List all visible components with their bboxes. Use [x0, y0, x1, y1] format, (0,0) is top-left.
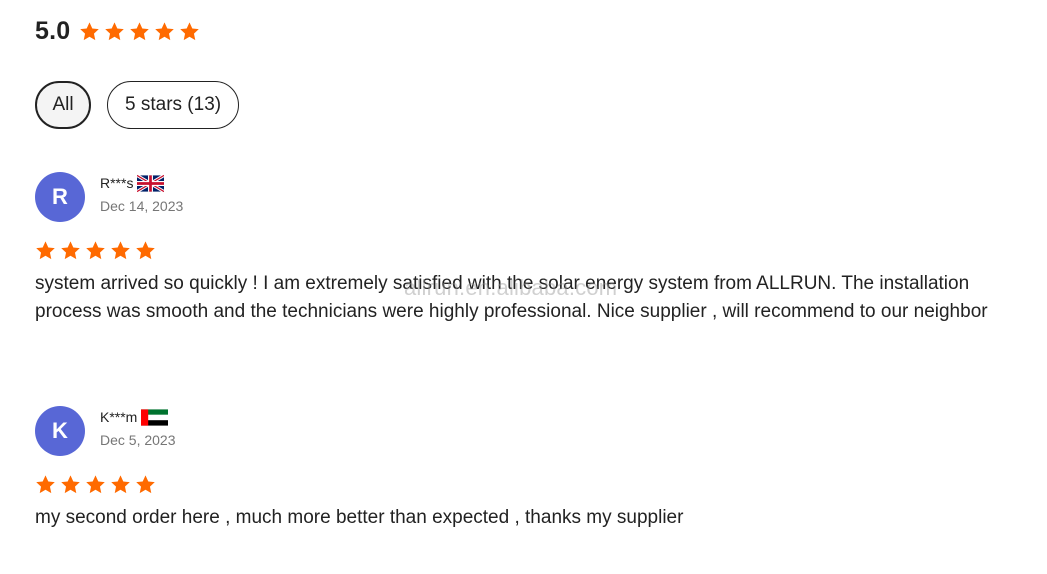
reviewer-name: K***m	[100, 409, 138, 425]
star-icon	[179, 21, 200, 42]
review-date: Dec 14, 2023	[100, 198, 184, 214]
filter-all-button[interactable]: All	[35, 81, 91, 129]
star-icon	[60, 474, 81, 495]
star-icon	[110, 474, 131, 495]
reviewer-line: R***s	[100, 173, 183, 193]
review-header: K K***m Dec 5, 2023	[35, 406, 995, 456]
rating-score: 5.0	[35, 16, 71, 45]
review-text: my second order here , much more better …	[35, 507, 684, 528]
review-date: Dec 5, 2023	[100, 432, 176, 448]
star-icon	[129, 21, 150, 42]
star-icon	[35, 474, 56, 495]
avatar: K	[35, 406, 85, 456]
reviewer-name: R***s	[100, 175, 134, 191]
filter-5-stars-button[interactable]: 5 stars (13)	[107, 81, 240, 129]
star-icon	[79, 21, 100, 42]
summary-stars	[79, 21, 204, 42]
review-stars	[35, 239, 995, 261]
review-item: R R***s Dec 14, 2023 system arrived so q…	[35, 172, 995, 326]
star-icon	[154, 21, 175, 42]
reviewer-meta: K***m Dec 5, 2023	[100, 406, 176, 448]
star-icon	[85, 240, 106, 261]
star-icon	[135, 240, 156, 261]
star-icon	[35, 240, 56, 261]
reviewer-line: K***m	[100, 407, 176, 427]
star-icon	[60, 240, 81, 261]
avatar: R	[35, 172, 85, 222]
rating-summary: 5.0	[35, 14, 204, 48]
review-filters: All 5 stars (13)	[35, 81, 240, 129]
uae-flag-icon	[141, 408, 169, 426]
uk-flag-icon	[137, 173, 165, 193]
star-icon	[85, 474, 106, 495]
review-text: system arrived so quickly ! I am extreme…	[35, 273, 988, 322]
review-item: K K***m Dec 5, 2023 my second order here…	[35, 406, 995, 532]
review-stars	[35, 473, 995, 495]
review-header: R R***s Dec 14, 2023	[35, 172, 995, 222]
reviewer-meta: R***s Dec 14, 2023	[100, 172, 183, 214]
star-icon	[104, 21, 125, 42]
star-icon	[135, 474, 156, 495]
star-icon	[110, 240, 131, 261]
